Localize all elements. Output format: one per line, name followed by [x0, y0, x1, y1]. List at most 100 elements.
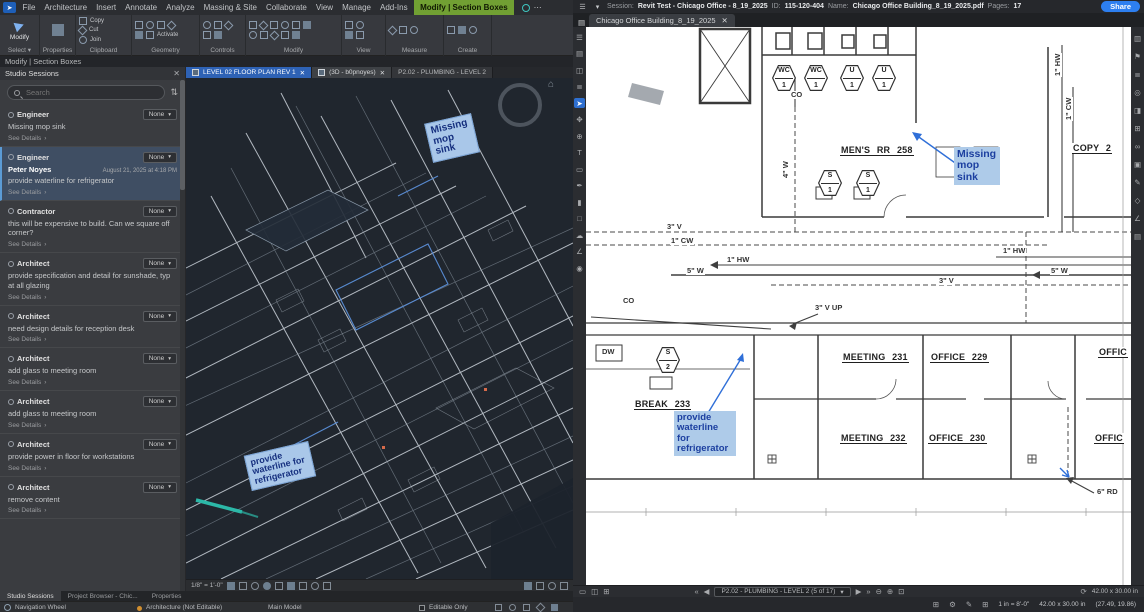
- document-tab[interactable]: Chicago Office Building_8_19_2025 ✕: [589, 14, 735, 27]
- paste-icon[interactable]: [79, 17, 87, 25]
- visual-style-icon[interactable]: [239, 582, 247, 590]
- snap-icon[interactable]: ⊞: [982, 600, 988, 609]
- highlight-tool-icon[interactable]: ▮: [574, 197, 585, 207]
- layers-panel-icon[interactable]: ◨: [1132, 105, 1143, 115]
- list-item[interactable]: Architect None▾ provide power in floor f…: [0, 434, 185, 477]
- first-page-icon[interactable]: «: [694, 587, 698, 596]
- pen-tool-icon[interactable]: ✒: [574, 181, 585, 191]
- grid-snap-icon[interactable]: ⊞: [933, 600, 939, 609]
- zoom-tool-icon[interactable]: ⊕: [574, 131, 585, 141]
- demolish-icon[interactable]: [146, 31, 154, 39]
- context-tab-modify-section-boxes[interactable]: Modify | Section Boxes: [414, 0, 514, 15]
- rotate-icon[interactable]: [224, 20, 234, 30]
- properties-icon[interactable]: [52, 24, 64, 36]
- crop-view-icon[interactable]: [275, 582, 283, 590]
- status-dropdown[interactable]: None▾: [143, 258, 177, 269]
- copy-tool-icon[interactable]: [259, 20, 269, 30]
- search-panel-icon[interactable]: ◎: [1132, 87, 1143, 97]
- markup-list-icon[interactable]: ≣: [574, 82, 585, 92]
- view-scale[interactable]: 1/8" = 1'-0": [191, 582, 223, 589]
- align-icon[interactable]: [203, 21, 211, 29]
- list-item-selected[interactable]: Engineer None▾ Peter Noyes August 21, 20…: [0, 147, 185, 201]
- zoom-out-icon[interactable]: ⊖: [876, 587, 882, 596]
- see-details-link[interactable]: See Details›: [8, 379, 177, 386]
- view-tab-3d[interactable]: (3D - b0pnoyes) ✕: [312, 67, 392, 78]
- fit-page-icon[interactable]: ⊡: [898, 587, 904, 596]
- select-underlay-icon[interactable]: [509, 604, 516, 611]
- dimension-icon[interactable]: [410, 26, 418, 34]
- active-workset[interactable]: Architecture (Not Editable): [146, 604, 222, 611]
- reveal-icon[interactable]: [345, 31, 353, 39]
- menu-architecture[interactable]: Architecture: [40, 0, 92, 15]
- mirror-axis-icon[interactable]: [281, 31, 289, 39]
- view-tab-plumbing[interactable]: P2.02 - PLUMBING - LEVEL 2: [392, 67, 493, 78]
- view-tab-level-02[interactable]: LEVEL 02 FLOOR PLAN REV 1 ✕: [186, 67, 312, 78]
- home-icon[interactable]: ⌂: [548, 79, 554, 90]
- offset-tool-icon[interactable]: [249, 31, 257, 39]
- see-details-link[interactable]: See Details›: [8, 336, 177, 343]
- design-option[interactable]: Main Model: [268, 604, 302, 611]
- more-menu-icon[interactable]: ⋯: [534, 3, 542, 12]
- signatures-panel-icon[interactable]: ✎: [1132, 177, 1143, 187]
- constraints-icon[interactable]: [536, 582, 544, 590]
- note-tool-icon[interactable]: ▭: [574, 164, 585, 174]
- see-details-link[interactable]: See Details›: [8, 241, 177, 248]
- editable-only-checkbox[interactable]: [419, 605, 425, 611]
- list-item[interactable]: Architect None▾ provide specification an…: [0, 253, 185, 306]
- status-dropdown[interactable]: None▾: [143, 109, 177, 120]
- move-icon[interactable]: [249, 21, 257, 29]
- cut-icon[interactable]: [78, 25, 88, 35]
- unpin-icon[interactable]: [260, 31, 268, 39]
- pan-tool-icon[interactable]: ✥: [574, 115, 585, 125]
- see-details-link[interactable]: See Details›: [8, 135, 177, 142]
- cloud-tool-icon[interactable]: ☁: [574, 230, 585, 240]
- pdf-canvas[interactable]: WC 1 WC 1 U 1 U 1 S 1 S 1: [586, 27, 1131, 585]
- markup-note-waterline[interactable]: provide waterline for refrigerator: [674, 411, 736, 456]
- see-details-link[interactable]: See Details›: [8, 465, 177, 472]
- sort-icon[interactable]: ⇅: [170, 87, 178, 98]
- pin-icon[interactable]: [214, 21, 222, 29]
- pages-panel-icon[interactable]: ◫: [574, 65, 585, 75]
- list-item[interactable]: Architect None▾ need design details for …: [0, 306, 185, 349]
- hide-icon[interactable]: [345, 21, 353, 29]
- reveal-hidden-icon[interactable]: [311, 582, 319, 590]
- next-page-icon[interactable]: ▶: [856, 587, 862, 596]
- forms-panel-icon[interactable]: ▣: [1132, 159, 1143, 169]
- join-button[interactable]: Join: [90, 37, 101, 43]
- zoom-in-icon[interactable]: ⊕: [887, 587, 893, 596]
- tab-studio-sessions[interactable]: Studio Sessions: [0, 591, 61, 601]
- select-pinned-icon[interactable]: [523, 604, 530, 611]
- menu-file[interactable]: File: [18, 0, 40, 15]
- markups-list-panel-icon[interactable]: ≣: [1132, 69, 1143, 79]
- array-tool-icon[interactable]: [270, 30, 280, 40]
- group-icon[interactable]: [292, 31, 300, 39]
- continuous-page-icon[interactable]: ◫: [591, 587, 598, 596]
- create-similar-icon[interactable]: [458, 26, 466, 34]
- status-dropdown[interactable]: None▾: [143, 152, 177, 163]
- mirror-icon[interactable]: [203, 31, 211, 39]
- select-tool-icon[interactable]: ➤: [574, 98, 585, 108]
- drag-on-selection-icon[interactable]: [536, 603, 546, 612]
- previous-page-icon[interactable]: ◀: [704, 587, 710, 596]
- links-panel-icon[interactable]: ∞: [1132, 141, 1143, 151]
- section-box-icon[interactable]: [560, 582, 568, 590]
- bookmarks-panel-icon[interactable]: ⚑: [1132, 51, 1143, 61]
- analytical-model-icon[interactable]: [548, 582, 556, 590]
- temporary-view-properties-icon[interactable]: [323, 582, 331, 590]
- thumbnails-panel-icon[interactable]: ▥: [1132, 33, 1143, 43]
- status-dropdown[interactable]: None▾: [143, 311, 177, 322]
- detail-level-icon[interactable]: [227, 582, 235, 590]
- override-icon[interactable]: [356, 31, 364, 39]
- menu-annotate[interactable]: Annotate: [121, 0, 162, 15]
- menu-icon[interactable]: ☰: [574, 32, 585, 42]
- drawing-scale[interactable]: 1 in = 8'-0": [998, 601, 1029, 608]
- menu-massing-site[interactable]: Massing & Site: [199, 0, 261, 15]
- revit-3d-viewport[interactable]: LEVEL 02 FLOOR PLAN REV 1 ✕ (3D - b0pnoy…: [186, 67, 573, 591]
- list-item[interactable]: Engineer None▾ Missing mop sink See Deta…: [0, 104, 185, 147]
- chevron-down-icon[interactable]: ▾: [592, 2, 603, 12]
- delete-icon[interactable]: [292, 21, 300, 29]
- paint-icon[interactable]: [135, 31, 143, 39]
- selection-count-icon[interactable]: [551, 604, 558, 611]
- modify-cursor-icon[interactable]: [14, 20, 26, 32]
- sun-path-icon[interactable]: [251, 582, 259, 590]
